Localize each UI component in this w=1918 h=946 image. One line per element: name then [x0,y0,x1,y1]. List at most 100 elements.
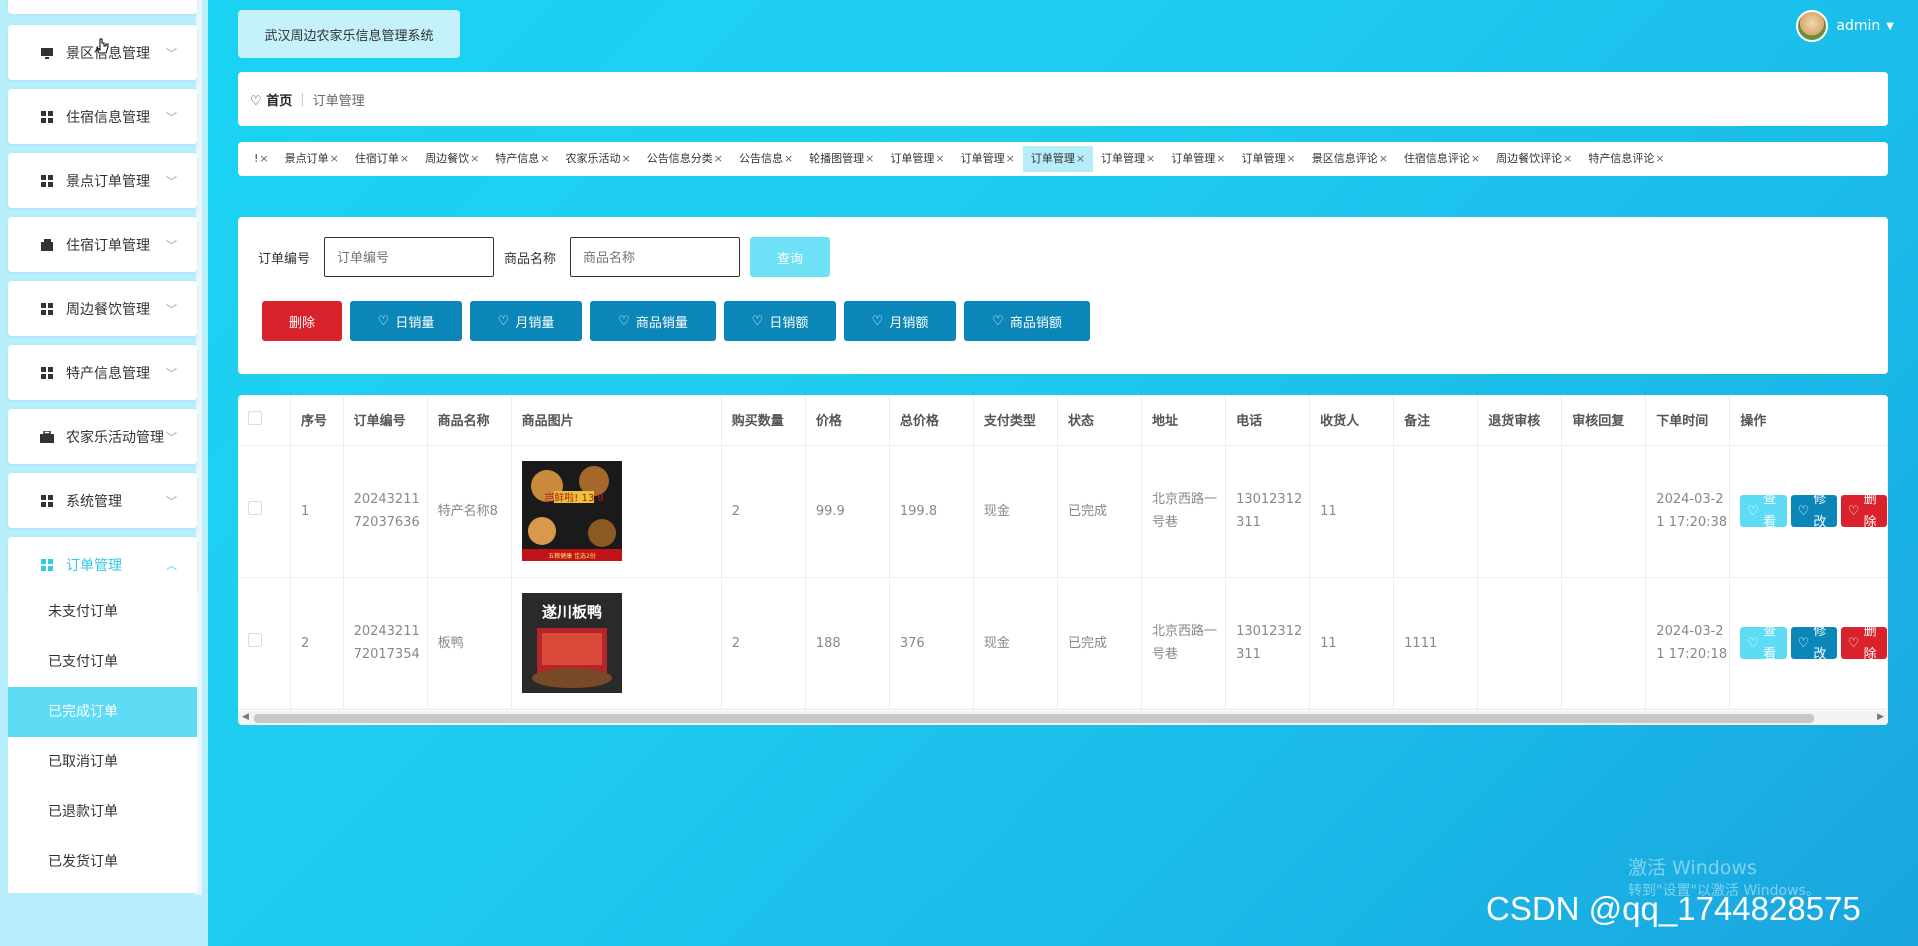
close-icon[interactable]: × [865,152,874,165]
sidebar-item-lodging-orders[interactable]: 住宿订单管理 ﹀ [8,217,197,272]
heart-icon: ♡ [377,313,390,329]
tab-tag[interactable]: 农家乐活动× [558,146,639,172]
tab-tag[interactable]: 订单管理× [1233,146,1303,172]
tag-label: 轮播图管理 [809,152,865,165]
tag-label: 订单管理 [960,152,1005,165]
cell-total: 376 [889,577,974,710]
close-icon[interactable]: × [1286,152,1295,165]
close-icon[interactable]: × [622,152,631,165]
tab-tag[interactable]: 景点订单× [277,146,347,172]
tab-tag[interactable]: 住宿信息评论× [1396,146,1488,172]
close-icon[interactable]: × [935,152,944,165]
submenu-cancelled[interactable]: 已取消订单 [8,737,197,787]
grid-icon [40,366,54,380]
close-icon[interactable]: × [714,152,723,165]
edit-button[interactable]: ♡ 修改 [1790,492,1837,530]
cell-return-review [1477,577,1563,710]
view-button[interactable]: ♡ 查看 [1740,492,1787,530]
chevron-down-icon: ﹀ [166,239,177,252]
close-icon[interactable]: × [470,152,479,165]
tab-tag[interactable]: 订单管理× [1163,146,1233,172]
close-icon[interactable]: × [1655,152,1664,165]
close-icon[interactable]: × [1146,152,1155,165]
sidebar-item-top-partial[interactable] [8,0,197,14]
sidebar-item-dining[interactable]: 周边餐饮管理 ﹀ [8,281,197,336]
horizontal-scrollbar[interactable]: ◀ ▶ [238,711,1888,725]
monthly-sales-button[interactable]: ♡ 月销量 [470,301,582,341]
row-checkbox[interactable] [248,632,262,647]
tag-label: 公告信息分类 [646,152,713,165]
tag-label: 周边餐饮评论 [1496,152,1563,165]
sidebar-item-specialty[interactable]: 特产信息管理 ﹀ [8,345,197,400]
sidebar-item-system[interactable]: 系统管理 ﹀ [8,473,197,528]
select-all-checkbox[interactable] [248,410,262,425]
sidebar-item-orders[interactable]: 订单管理 ︿ [8,537,197,592]
close-icon[interactable]: × [1006,152,1015,165]
close-icon[interactable]: × [784,152,793,165]
close-icon[interactable]: × [1379,152,1388,165]
batch-delete-button[interactable]: 删除 [262,301,342,341]
edit-button[interactable]: ♡ 修改 [1790,624,1837,662]
col-header: 电话 [1225,395,1311,446]
close-icon[interactable]: × [259,152,268,165]
sidebar-item-activities[interactable]: 农家乐活动管理 ﹀ [8,409,197,464]
close-icon[interactable]: × [330,152,339,165]
tab-tag[interactable]: 订单管理× [1093,146,1163,172]
briefcase-icon [40,430,54,444]
avatar [1796,10,1829,42]
tab-tag[interactable]: 住宿订单× [347,146,417,172]
submenu-paid[interactable]: 已支付订单 [8,637,197,687]
tab-tag[interactable]: 景区信息评论× [1304,146,1396,172]
cell-time: 2024-03-21 17:20:18 [1645,577,1731,710]
product-sales-button[interactable]: ♡ 商品销量 [590,301,716,341]
tab-tag[interactable]: 轮播图管理× [801,146,882,172]
daily-revenue-button[interactable]: ♡ 日销额 [724,301,836,341]
close-icon[interactable]: × [400,152,409,165]
scroll-right-icon[interactable]: ▶ [1877,712,1884,722]
search-panel: 订单编号 商品名称 查询 删除 ♡日销量 ♡月销量 ♡商品销量 ♡日销额 ♡月销… [238,217,1888,374]
row-checkbox[interactable] [248,500,262,515]
scroll-left-icon[interactable]: ◀ [242,712,249,722]
tab-tag[interactable]: 公告信息× [731,146,801,172]
image-caption: 岂鲜啦! 13.8 [544,491,603,504]
tag-label: 住宿订单 [354,152,399,165]
view-button[interactable]: ♡ 查看 [1740,624,1787,662]
submenu-completed[interactable]: 已完成订单 [8,687,197,737]
delete-button[interactable]: ♡ 删除 [1840,492,1887,530]
delete-button[interactable]: ♡ 删除 [1840,624,1887,662]
tab-tag[interactable]: 订单管理× [1022,146,1094,172]
tag-label: 景点订单 [284,152,329,165]
monthly-revenue-button[interactable]: ♡ 月销额 [844,301,956,341]
breadcrumb-current: 订单管理 [312,93,365,109]
breadcrumb-home[interactable]: ♡ 首页 [250,90,292,109]
cell-qty: 2 [721,577,806,710]
product-revenue-button[interactable]: ♡ 商品销额 [964,301,1090,341]
tab-tag[interactable]: 特产信息× [487,146,557,172]
submenu-shipped[interactable]: 已发货订单 [8,837,197,887]
tab-tag[interactable]: 订单管理× [953,146,1023,172]
close-icon[interactable]: × [1471,152,1480,165]
tab-tag[interactable]: 订单管理× [882,146,952,172]
user-menu[interactable]: admin ▼ [1796,10,1894,42]
close-icon[interactable]: × [1563,152,1572,165]
tab-tag[interactable]: 公告信息分类× [639,146,731,172]
daily-sales-button[interactable]: ♡ 日销量 [350,301,462,341]
tab-tag[interactable]: !× [246,146,277,172]
submenu-unpaid[interactable]: 未支付订单 [8,587,197,637]
cell-order-no: 2024321172017354 [343,577,428,710]
submenu-refunded[interactable]: 已退款订单 [8,787,197,837]
close-icon[interactable]: × [540,152,549,165]
sidebar-item-scenic-orders[interactable]: 景点订单管理 ﹀ [8,153,197,208]
table-header-row: 序号 订单编号 商品名称 商品图片 购买数量 价格 总价格 支付类型 状态 地址… [238,395,1888,446]
sidebar-item-lodging-info[interactable]: 住宿信息管理 ﹀ [8,89,197,144]
tab-tag[interactable]: 特产信息评论× [1580,146,1672,172]
scrollbar-thumb[interactable] [254,714,1814,723]
close-icon[interactable]: × [1216,152,1225,165]
order-no-input[interactable] [324,237,494,277]
cell-note: 1111 [1393,577,1479,710]
close-icon[interactable]: × [1076,152,1085,165]
product-name-input[interactable] [570,237,740,277]
tab-tag[interactable]: 周边餐饮评论× [1488,146,1580,172]
tab-tag[interactable]: 周边餐饮× [417,146,487,172]
query-button[interactable]: 查询 [750,237,830,277]
